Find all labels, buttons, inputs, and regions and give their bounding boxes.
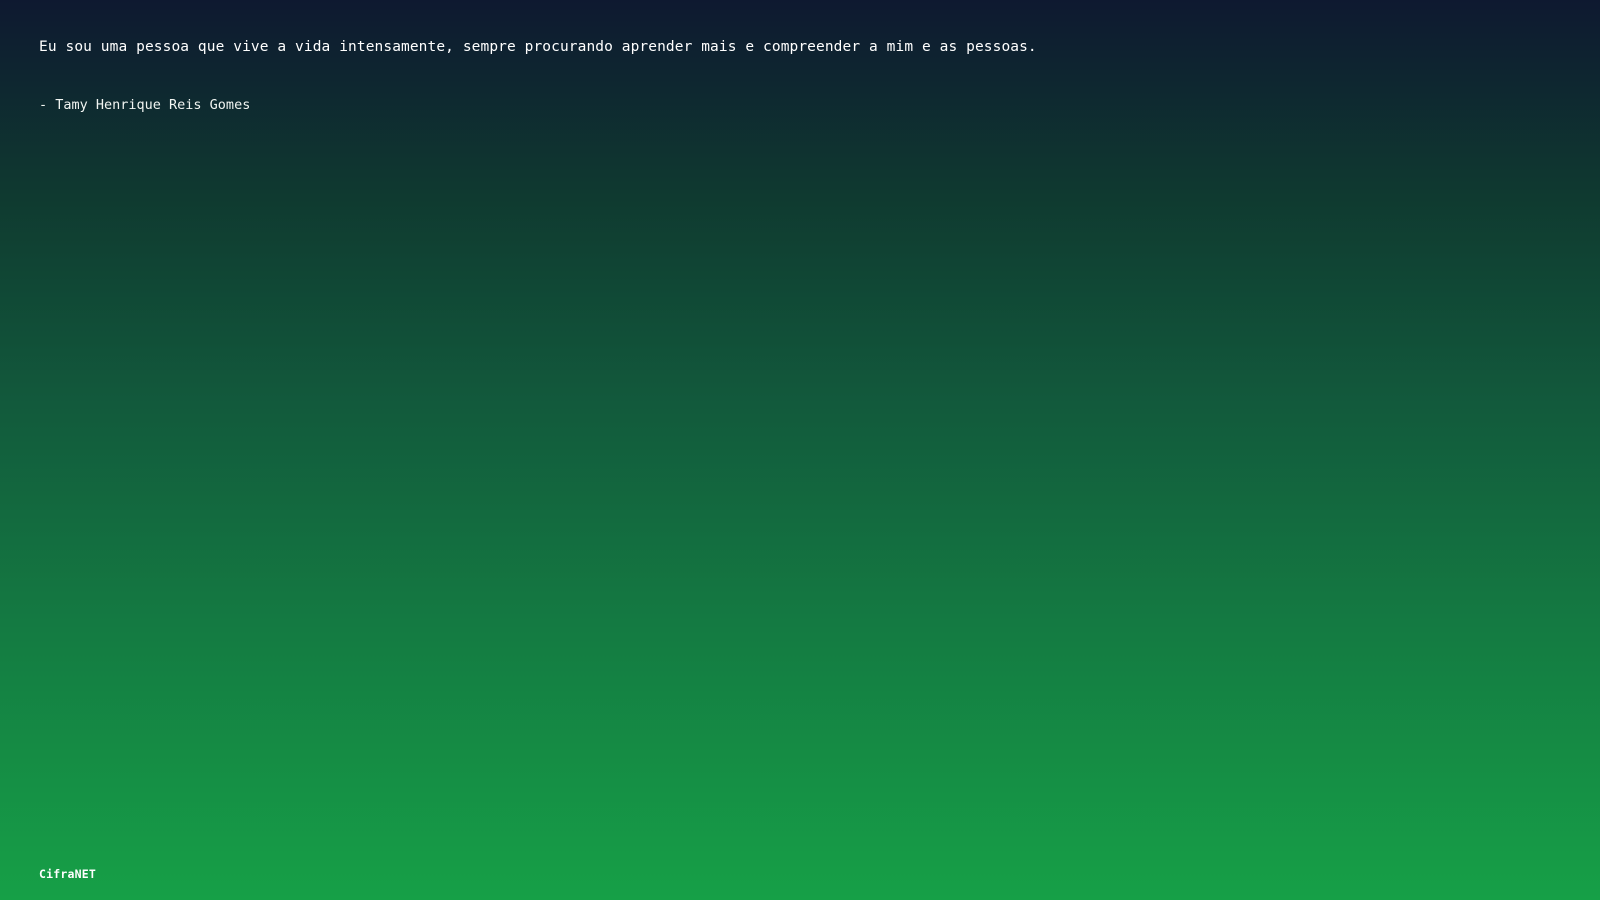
- quote-block: Eu sou uma pessoa que vive a vida intens…: [39, 36, 1539, 115]
- quote-text: Eu sou uma pessoa que vive a vida intens…: [39, 39, 1037, 55]
- quote-author: - Tamy Henrique Reis Gomes: [39, 97, 251, 113]
- brand-label: CifraNET: [39, 867, 96, 881]
